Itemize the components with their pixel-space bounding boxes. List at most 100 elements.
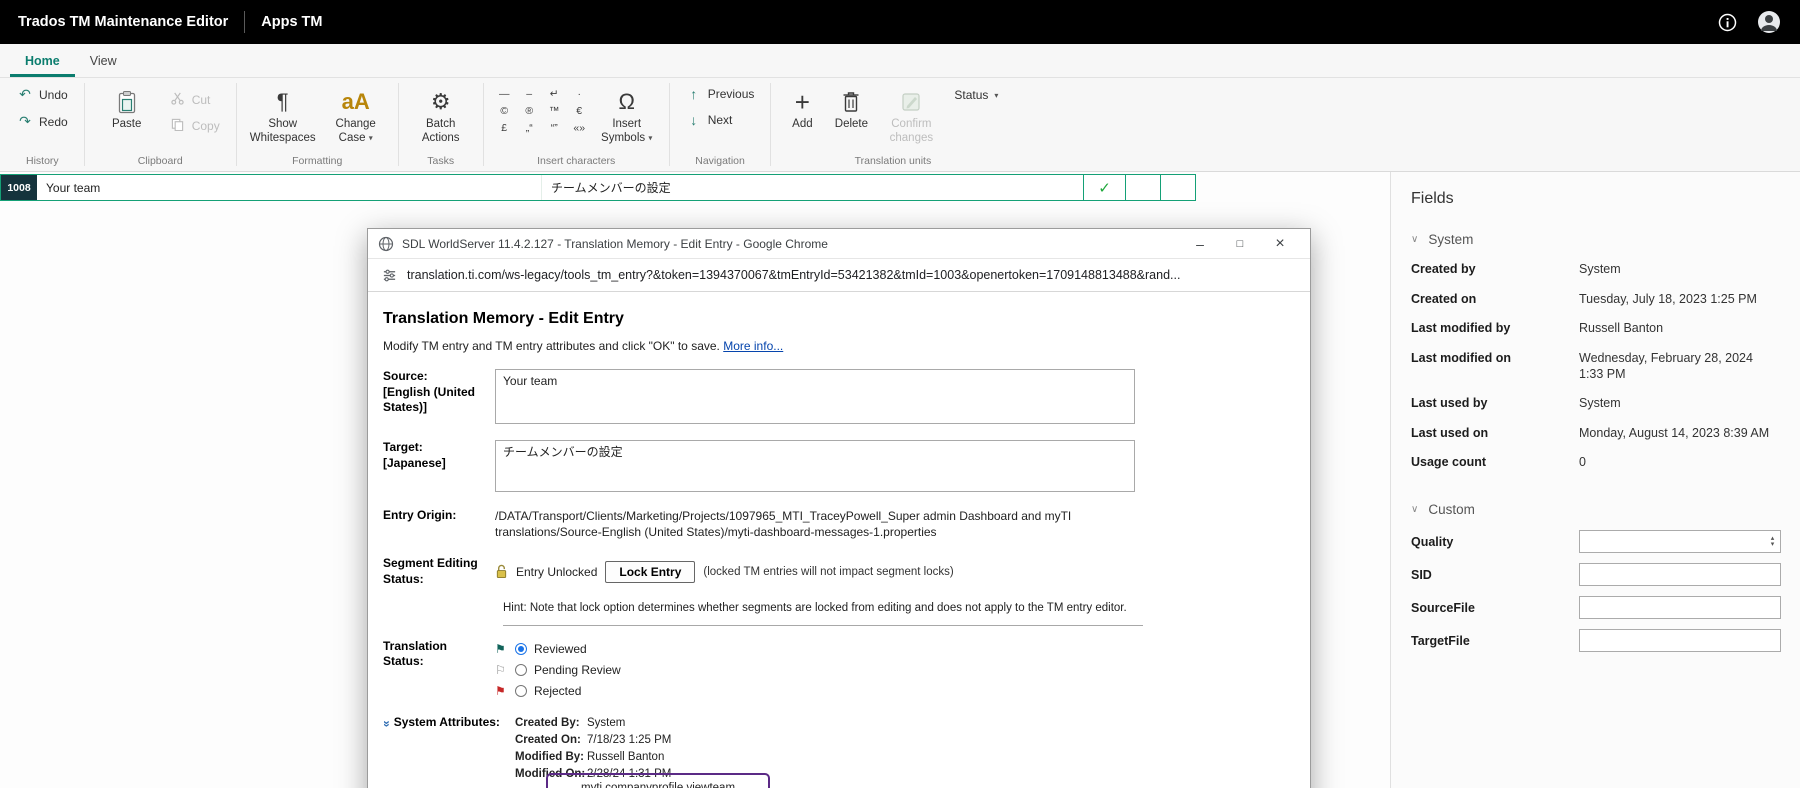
pending-review-label: Pending Review	[534, 662, 621, 677]
maximize-button[interactable]: □	[1220, 238, 1260, 250]
status-option-rejected: ⚑ Rejected	[495, 684, 1135, 698]
sid-input[interactable]	[1579, 563, 1781, 586]
lock-entry-button[interactable]: Lock Entry	[605, 560, 696, 583]
char-button[interactable]: ·	[568, 86, 591, 102]
copy-button[interactable]: Copy	[163, 115, 227, 137]
group-label-formatting: Formatting	[292, 155, 343, 167]
field-value: Tuesday, July 18, 2023 1:25 PM	[1579, 291, 1757, 306]
segment-extra-cell	[1160, 175, 1195, 200]
change-case-button[interactable]: aA Change Case ▾	[323, 83, 389, 145]
char-button[interactable]: —	[493, 86, 516, 102]
rejected-label: Rejected	[534, 683, 582, 698]
cut-button[interactable]: Cut	[163, 89, 227, 111]
field-value: Monday, August 14, 2023 8:39 AM	[1579, 425, 1770, 440]
tab-view[interactable]: View	[75, 46, 132, 77]
quality-input[interactable]	[1579, 530, 1781, 553]
segment-target-cell[interactable]: チームメンバーの設定	[541, 175, 1083, 200]
field-value: System	[1579, 262, 1621, 276]
omega-icon: Ω	[618, 89, 635, 115]
status-dropdown[interactable]: Status ▾	[947, 85, 1005, 105]
char-button[interactable]: –	[518, 86, 541, 102]
ribbon-group-insert-characters: — – ↵ · © ® ™ € £ „“ “” «» Ω Insert Symb…	[485, 78, 668, 171]
segment-editing-label: Segment Editing Status:	[383, 556, 478, 586]
pending-review-radio[interactable]	[515, 663, 527, 676]
char-button[interactable]: £	[493, 120, 516, 136]
field-row: Created by System	[1411, 255, 1780, 285]
delete-button[interactable]: Delete	[827, 83, 875, 132]
custom-field-row: TargetFile	[1411, 624, 1781, 657]
char-button[interactable]: ™	[543, 103, 566, 119]
close-button[interactable]: ×	[1260, 235, 1300, 253]
add-button[interactable]: + Add	[780, 83, 824, 132]
system-section-header[interactable]: ∨ System	[1411, 232, 1780, 247]
lock-note: (locked TM entries will not impact segme…	[703, 565, 954, 578]
segment-number: 1008	[1, 175, 37, 200]
batch-actions-button[interactable]: ⚙ Batch Actions	[408, 83, 474, 145]
field-label: SID	[1411, 567, 1432, 582]
char-button[interactable]: „“	[518, 120, 541, 136]
segment-row[interactable]: 1008 Your team チームメンバーの設定 ✓	[0, 174, 1196, 201]
quality-spinner[interactable]: ▴ ▾	[1765, 531, 1780, 552]
field-label: SourceFile	[1411, 600, 1475, 615]
group-label-insert-characters: Insert characters	[537, 155, 616, 167]
chevron-down-icon: ∨	[1411, 234, 1419, 245]
char-button[interactable]: “”	[543, 120, 566, 136]
redo-label: Redo	[39, 114, 68, 129]
topbar-divider	[244, 11, 246, 33]
caret-down-icon: ▾	[994, 90, 999, 100]
undo-button[interactable]: ↶ Undo	[10, 83, 75, 106]
cut-icon	[170, 92, 186, 108]
group-label-navigation: Navigation	[695, 155, 745, 167]
field-label: Last modified on	[1411, 350, 1511, 365]
char-button[interactable]: ↵	[543, 86, 566, 102]
previous-button[interactable]: ↑ Previous	[679, 83, 762, 105]
field-label: Last used by	[1411, 396, 1488, 411]
site-settings-icon	[383, 269, 396, 281]
field-label: Created by	[1411, 262, 1476, 276]
field-value: System	[1579, 396, 1621, 411]
confirm-changes-button[interactable]: Confirm changes	[878, 83, 944, 145]
tab-home[interactable]: Home	[10, 46, 75, 77]
paste-button[interactable]: Paste	[94, 83, 160, 132]
field-row: Last modified by Russell Banton	[1411, 314, 1780, 344]
window-title-bar[interactable]: SDL WorldServer 11.4.2.127 - Translation…	[368, 229, 1310, 259]
copy-icon	[170, 118, 186, 134]
show-whitespaces-label: Show Whitespaces	[249, 118, 316, 144]
ribbon-group-navigation: ↑ Previous ↓ Next Navigation	[671, 78, 770, 171]
expand-double-chevron-icon[interactable]: »	[379, 720, 394, 727]
add-label: Add	[792, 118, 813, 130]
flag-pending-icon: ⚐	[495, 662, 506, 677]
ribbon-group-tasks: ⚙ Batch Actions Tasks	[400, 78, 482, 171]
url-text[interactable]: translation.ti.com/ws-legacy/tools_tm_en…	[407, 268, 1180, 282]
more-info-link[interactable]: More info...	[723, 339, 783, 353]
group-label-translation-units: Translation units	[854, 155, 932, 167]
reviewed-radio[interactable]	[515, 642, 527, 655]
source-textarea[interactable]: Your team	[495, 369, 1135, 424]
info-button[interactable]	[1714, 9, 1740, 35]
url-bar[interactable]: translation.ti.com/ws-legacy/tools_tm_en…	[368, 259, 1310, 292]
target-textarea[interactable]: チームメンバーの設定	[495, 440, 1135, 492]
translation-status-row: Translation Status: ⚑ Reviewed ⚐ Pending…	[383, 639, 1295, 705]
char-button[interactable]: €	[568, 103, 591, 119]
avatar-icon	[1758, 11, 1780, 33]
arrow-down-icon: ↓	[690, 112, 698, 128]
insert-symbols-button[interactable]: Ω Insert Symbols ▾	[594, 83, 660, 145]
char-button[interactable]: «»	[568, 120, 591, 136]
minimize-button[interactable]: –	[1180, 236, 1220, 252]
sourcefile-input[interactable]	[1579, 596, 1781, 619]
user-avatar[interactable]	[1756, 9, 1782, 35]
field-value: 0	[1579, 455, 1586, 470]
cut-label: Cut	[191, 93, 211, 107]
targetfile-input[interactable]	[1579, 629, 1781, 652]
target-label: Target: [Japanese]	[383, 440, 446, 470]
segment-source-cell[interactable]: Your team	[37, 175, 541, 200]
next-button[interactable]: ↓ Next	[679, 109, 740, 131]
char-button[interactable]: ®	[518, 103, 541, 119]
rejected-radio[interactable]	[515, 684, 527, 697]
redo-button[interactable]: ↷ Redo	[10, 110, 75, 133]
show-whitespaces-button[interactable]: ¶ Show Whitespaces	[246, 83, 320, 145]
edit-entry-dialog: Translation Memory - Edit Entry Modify T…	[368, 292, 1310, 788]
entry-origin-row: Entry Origin: /DATA/Transport/Clients/Ma…	[383, 508, 1295, 540]
custom-section-header[interactable]: ∨ Custom	[1411, 502, 1780, 517]
char-button[interactable]: ©	[493, 103, 516, 119]
